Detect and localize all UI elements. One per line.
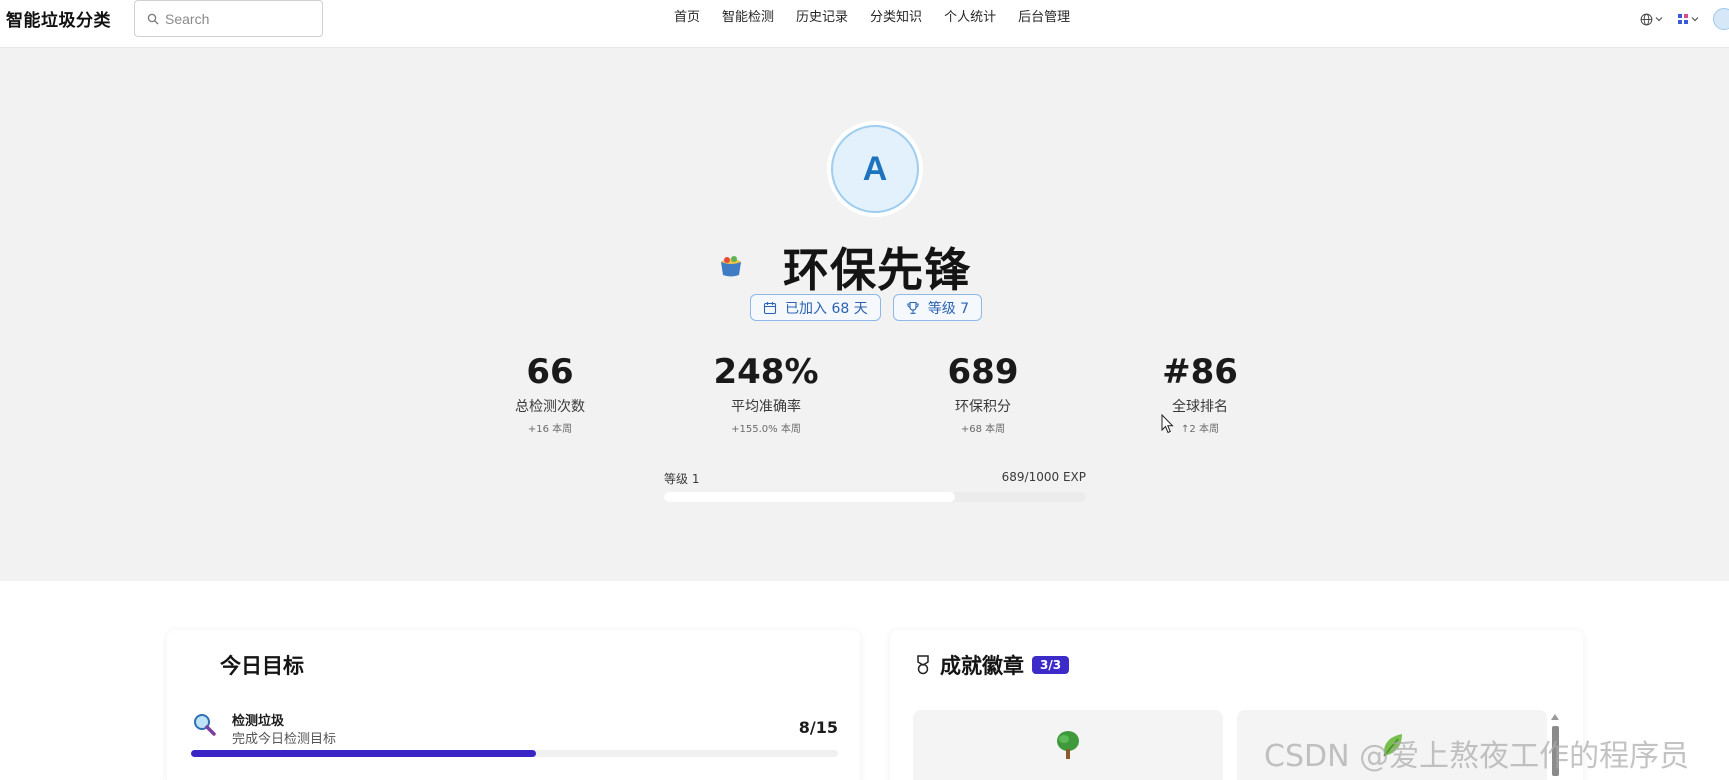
badge-card-tree[interactable]: [913, 710, 1223, 780]
apps-switcher[interactable]: [1677, 13, 1699, 25]
scroll-up-arrow-icon[interactable]: [1551, 714, 1559, 720]
globe-icon: [1640, 13, 1653, 25]
tree-emoji-icon: [1057, 731, 1079, 759]
stats-row: 66 总检测次数 +16 本周 248% 平均准确率 +155.0% 本周 68…: [0, 352, 1729, 452]
stat-label: 全球排名: [1172, 399, 1228, 415]
goal-name: 检测垃圾: [232, 714, 285, 729]
stat-value: 248%: [713, 352, 819, 392]
nav-item-knowledge[interactable]: 分类知识: [859, 9, 933, 27]
goal-progress-fill: [191, 750, 536, 757]
stat-value: 689: [947, 352, 1019, 392]
mouse-cursor-icon: [1161, 414, 1174, 434]
recycle-bin-emoji-icon: [721, 256, 741, 277]
stat-global-rank: #86 全球排名 ↑2 本周: [1120, 352, 1280, 435]
level-text: 等级 7: [927, 300, 970, 317]
stat-label: 环保积分: [955, 399, 1011, 415]
stat-label: 平均准确率: [731, 399, 801, 415]
nav-item-admin[interactable]: 后台管理: [1007, 9, 1081, 27]
stat-delta: ↑2 本周: [1181, 424, 1219, 435]
search-box[interactable]: [134, 0, 323, 37]
toolbar-tools: [1640, 8, 1729, 30]
search-icon: [147, 13, 159, 24]
chevron-down-icon: [1655, 17, 1663, 22]
language-switcher[interactable]: [1640, 13, 1663, 26]
user-avatar-small[interactable]: [1713, 8, 1729, 30]
profile-avatar: A: [827, 121, 923, 217]
main-nav: 首页 智能检测 历史记录 分类知识 个人统计 后台管理: [663, 9, 1081, 27]
search-input[interactable]: [165, 10, 305, 27]
badges-count-badge: 3/3: [1032, 656, 1070, 674]
exp-progress-text: 689/1000 EXP: [1001, 470, 1086, 484]
title-row: 环保先锋: [0, 234, 1729, 297]
stat-total-detections: 66 总检测次数 +16 本周: [470, 352, 630, 435]
top-navigation-bar: 智能垃圾分类 首页 智能检测 历史记录 分类知识 个人统计 后台管理: [0, 0, 1729, 48]
magnifier-emoji-icon: [194, 714, 216, 736]
nav-item-home[interactable]: 首页: [663, 9, 711, 27]
profile-title: 环保先锋: [783, 243, 971, 297]
trophy-icon: [907, 301, 919, 314]
stat-accuracy: 248% 平均准确率 +155.0% 本周: [686, 352, 846, 435]
joined-days-chip: 已加入 68 天: [750, 294, 881, 321]
exp-progress-track: [664, 492, 1086, 502]
goal-count: 8/15: [798, 718, 838, 737]
stat-label: 总检测次数: [515, 399, 585, 415]
nav-item-detect[interactable]: 智能检测: [711, 9, 785, 27]
badges-title: 成就徽章: [940, 654, 1024, 678]
profile-hero: A 环保先锋 已加入 68 天 等级 7 66 总检测次数 +16 本周 248…: [0, 48, 1729, 581]
goal-progress-track: [191, 750, 838, 757]
calendar-icon: [763, 301, 777, 314]
csdn-watermark: CSDN @爱上熬夜工作的程序员: [1264, 739, 1690, 774]
badges-header: 成就徽章 3/3: [914, 650, 1070, 680]
stat-delta: +16 本周: [527, 424, 573, 435]
medal-icon: [917, 655, 929, 675]
nav-item-stats[interactable]: 个人统计: [933, 9, 1007, 27]
chevron-down-icon: [1691, 17, 1699, 22]
level-chip: 等级 7: [892, 294, 983, 321]
app-brand[interactable]: 智能垃圾分类: [6, 6, 111, 31]
profile-chips: 已加入 68 天 等级 7: [750, 294, 983, 321]
stat-value: #86: [1162, 352, 1238, 392]
stat-eco-points: 689 环保积分 +68 本周: [903, 352, 1063, 435]
stat-value: 66: [526, 352, 574, 392]
grid-icon: [1678, 14, 1688, 24]
nav-item-history[interactable]: 历史记录: [785, 9, 859, 27]
daily-goals-card: 今日目标 检测垃圾 完成今日检测目标 8/15: [167, 630, 860, 780]
daily-goals-title: 今日目标: [220, 654, 304, 678]
joined-days-text: 已加入 68 天: [785, 300, 868, 317]
level-progress-label: 等级 1: [664, 472, 700, 486]
goal-description: 完成今日检测目标: [232, 732, 337, 747]
stat-delta: +155.0% 本周: [731, 424, 801, 435]
exp-progress-fill: [664, 492, 955, 502]
stat-delta: +68 本周: [960, 424, 1006, 435]
avatar-letter: A: [831, 125, 919, 213]
